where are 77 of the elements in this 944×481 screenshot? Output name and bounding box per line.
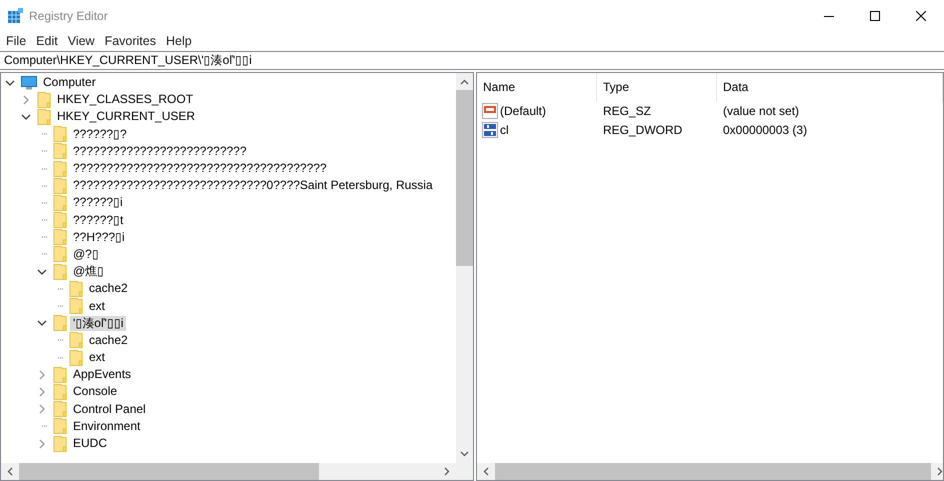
tree-item[interactable]: Console: [70, 384, 120, 400]
folder-icon: [37, 92, 51, 108]
menu-item[interactable]: Edit: [31, 34, 63, 48]
registry-icon: [7, 8, 23, 24]
string-value-icon: [482, 102, 498, 118]
expand-chevron-icon[interactable]: [21, 94, 31, 105]
tree-item[interactable]: ??????▯t: [70, 212, 126, 228]
folder-icon: [53, 160, 67, 177]
tree-item[interactable]: ??????????????????????????????????????: [70, 161, 330, 176]
scroll-thumb[interactable]: [456, 90, 473, 266]
value-name[interactable]: cl: [500, 122, 509, 136]
binary-value-icon: [482, 122, 498, 138]
menu-item[interactable]: Help: [160, 34, 197, 48]
expand-chevron-icon[interactable]: [37, 386, 47, 397]
scroll-thumb[interactable]: [19, 463, 319, 480]
tree-item[interactable]: ext: [86, 298, 108, 314]
tree-item[interactable]: ext: [86, 350, 108, 366]
tree-item[interactable]: Computer: [40, 75, 99, 90]
folder-icon: [69, 280, 83, 297]
folder-icon: [53, 126, 67, 142]
folder-icon: [69, 298, 83, 314]
address-field[interactable]: Computer\HKEY_CURRENT_USER\'▯湊oľ'▯▯i: [0, 51, 944, 70]
value-type: REG_SZ: [602, 102, 652, 120]
maximize-icon: [870, 10, 880, 20]
menu-item[interactable]: View: [62, 34, 100, 48]
vertical-scrollbar[interactable]: [456, 73, 473, 463]
folder-icon: [53, 212, 67, 228]
tree-item[interactable]: @?▯: [70, 246, 102, 262]
tree-item[interactable]: cache2: [86, 332, 131, 348]
tree-item[interactable]: ??????▯i: [70, 195, 126, 210]
folder-icon: [53, 418, 67, 434]
folder-icon: [53, 194, 67, 211]
window-title: Registry Editor: [29, 8, 109, 22]
tree-item[interactable]: @燋▯: [70, 264, 108, 280]
tree-item[interactable]: ?????????????????????????????0????Saint Petersburg, Russia: [70, 178, 436, 194]
tree-item[interactable]: AppEvents: [70, 367, 134, 382]
tree-item[interactable]: ??H???▯i: [70, 230, 128, 245]
tree-item[interactable]: '▯湊oľ'▯▯i: [70, 316, 126, 331]
computer-icon: [21, 74, 37, 91]
folder-icon: [69, 332, 83, 348]
tree-item[interactable]: ??????▯?: [70, 126, 130, 142]
folder-icon: [53, 315, 67, 332]
folder-icon: [69, 350, 83, 366]
folder-icon: [53, 401, 67, 418]
column-header[interactable]: Type: [597, 73, 717, 101]
collapse-chevron-icon[interactable]: [37, 266, 47, 277]
menu-item[interactable]: Favorites: [100, 34, 161, 48]
folder-icon: [53, 229, 67, 246]
folder-icon: [53, 436, 67, 452]
tree-item[interactable]: Environment: [70, 418, 144, 434]
folder-icon: [53, 178, 67, 194]
collapse-chevron-icon[interactable]: [5, 78, 15, 88]
collapse-chevron-icon[interactable]: [21, 112, 31, 122]
expand-chevron-icon[interactable]: [37, 438, 47, 449]
folder-icon: [53, 384, 67, 400]
value-data: 0x00000003 (3): [722, 122, 808, 138]
tree-item[interactable]: ??????????????????????????: [70, 144, 250, 159]
menu-item[interactable]: File: [1, 34, 32, 48]
folder-icon: [37, 108, 51, 125]
folder-icon: [53, 143, 67, 160]
column-header[interactable]: Name: [477, 73, 597, 101]
tree-item[interactable]: cache2: [86, 281, 131, 296]
value-name[interactable]: (Default): [500, 104, 546, 118]
folder-icon: [53, 366, 67, 383]
expand-chevron-icon[interactable]: [37, 404, 47, 414]
folder-icon: [53, 264, 67, 280]
expand-chevron-icon[interactable]: [37, 370, 47, 380]
value-type: REG_DWORD: [602, 122, 684, 138]
tree-item[interactable]: EUDC: [70, 436, 110, 452]
value-data: (value not set): [722, 102, 800, 120]
tree-item[interactable]: HKEY_CLASSES_ROOT: [54, 92, 196, 108]
folder-icon: [53, 246, 67, 262]
collapse-chevron-icon[interactable]: [37, 318, 47, 328]
tree-item[interactable]: HKEY_CURRENT_USER: [54, 109, 198, 124]
column-header[interactable]: Data: [717, 73, 943, 101]
close-icon: [916, 10, 926, 20]
tree-item[interactable]: Control Panel: [70, 402, 149, 417]
